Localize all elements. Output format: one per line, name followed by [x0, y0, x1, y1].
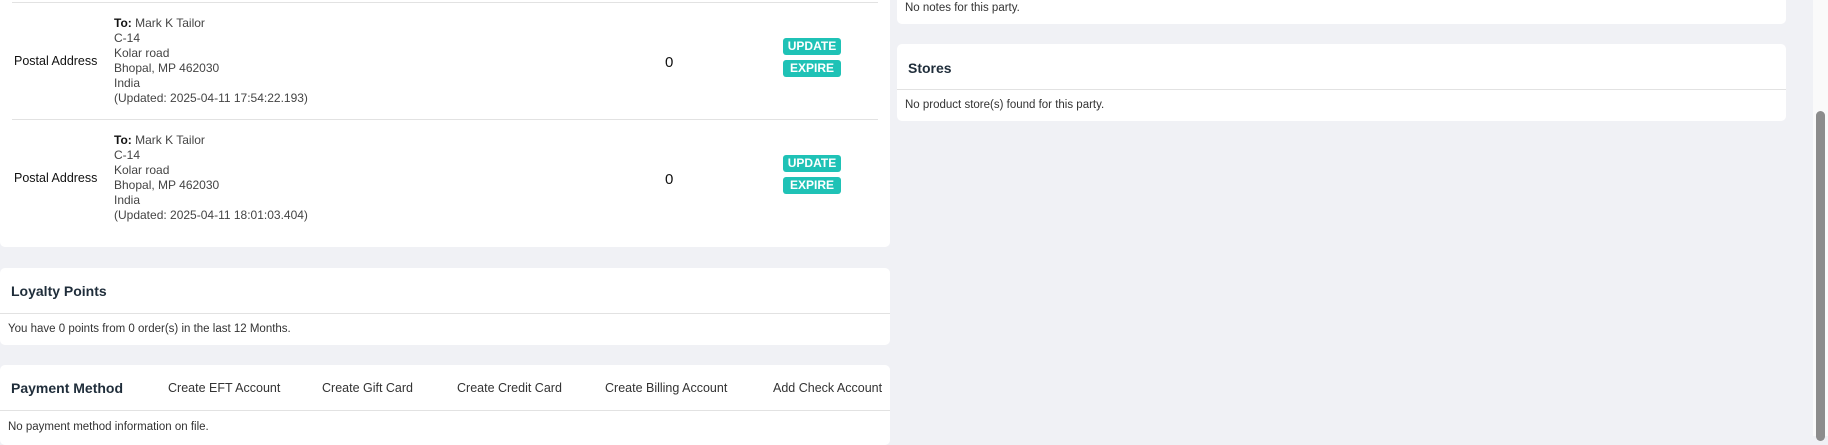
to-label: To: — [114, 133, 132, 147]
notes-card: No notes for this party. — [897, 0, 1786, 24]
address-block: To: Mark K Tailor C-14 Kolar road Bhopal… — [114, 16, 308, 106]
address-type-label: Postal Address — [14, 171, 98, 185]
create-credit-card-link[interactable]: Create Credit Card — [457, 381, 562, 395]
stores-card: Stores No product store(s) found for thi… — [897, 44, 1786, 121]
payment-title: Payment Method — [11, 380, 124, 396]
stores-title: Stores — [908, 60, 952, 76]
address-type-label: Postal Address — [14, 54, 98, 68]
address-city: Bhopal, MP 462030 — [114, 61, 220, 75]
divider — [12, 119, 878, 120]
create-gift-card-link[interactable]: Create Gift Card — [322, 381, 413, 395]
address-updated: (Updated: 2025-04-11 17:54:22.193) — [114, 91, 308, 105]
update-button[interactable]: UPDATE — [783, 155, 841, 172]
add-check-account-link[interactable]: Add Check Account — [773, 381, 882, 395]
update-button[interactable]: UPDATE — [783, 38, 841, 55]
to-label: To: — [114, 16, 132, 30]
payment-text: No payment method information on file. — [8, 421, 209, 433]
address-line2: Kolar road — [114, 46, 170, 60]
recipient-name: Mark K Tailor — [135, 133, 205, 147]
create-eft-account-link[interactable]: Create EFT Account — [168, 381, 280, 395]
address-country: India — [114, 76, 141, 90]
loyalty-text: You have 0 points from 0 order(s) in the… — [8, 323, 291, 335]
address-line1: C-14 — [114, 31, 141, 45]
divider — [0, 410, 890, 411]
divider — [12, 2, 878, 3]
notes-text: No notes for this party. — [905, 2, 1020, 14]
address-city: Bhopal, MP 462030 — [114, 178, 220, 192]
address-count: 0 — [665, 54, 674, 71]
address-block: To: Mark K Tailor C-14 Kolar road Bhopal… — [114, 133, 308, 223]
scrollbar-thumb[interactable] — [1816, 111, 1825, 441]
scrollbar-track[interactable] — [1813, 0, 1828, 441]
payment-method-card: Payment Method Create EFT Account Create… — [0, 365, 890, 445]
expire-button[interactable]: EXPIRE — [783, 60, 841, 77]
loyalty-title: Loyalty Points — [11, 283, 107, 299]
address-updated: (Updated: 2025-04-11 18:01:03.404) — [114, 208, 308, 222]
address-line1: C-14 — [114, 148, 141, 162]
address-count: 0 — [665, 171, 674, 188]
address-country: India — [114, 193, 141, 207]
recipient-name: Mark K Tailor — [135, 16, 205, 30]
divider — [897, 89, 1786, 90]
divider — [0, 313, 890, 314]
address-line2: Kolar road — [114, 163, 170, 177]
expire-button[interactable]: EXPIRE — [783, 177, 841, 194]
loyalty-points-card: Loyalty Points You have 0 points from 0 … — [0, 268, 890, 345]
stores-text: No product store(s) found for this party… — [905, 99, 1105, 111]
create-billing-account-link[interactable]: Create Billing Account — [605, 381, 727, 395]
